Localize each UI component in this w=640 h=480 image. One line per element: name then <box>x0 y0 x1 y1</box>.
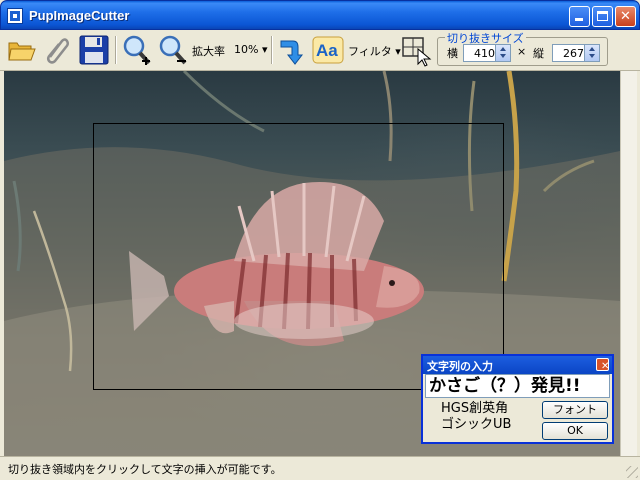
crop-rectangle[interactable] <box>93 123 504 390</box>
rotate-button[interactable] <box>275 33 309 67</box>
paperclip-icon <box>46 38 70 64</box>
width-value: 410 <box>474 47 495 60</box>
height-value: 267 <box>563 47 584 60</box>
zoom-label: 拡大率 <box>192 45 225 58</box>
zoom-in-button[interactable] <box>120 33 154 67</box>
maximize-button[interactable] <box>592 6 613 27</box>
font-name-line2: ゴシックUB <box>441 417 512 432</box>
text-input-field[interactable]: かさご（？）発見!! <box>425 374 610 398</box>
minimize-button[interactable] <box>569 6 590 27</box>
zoom-in-icon <box>123 35 151 65</box>
attach-button[interactable] <box>40 33 74 67</box>
spinner-arrows-icon[interactable] <box>584 45 599 61</box>
crop-select-button[interactable] <box>400 33 434 67</box>
window-title: PupImageCutter <box>29 8 130 23</box>
close-button[interactable]: ✕ <box>615 6 636 27</box>
height-label: 縦 <box>533 47 544 60</box>
spinner-arrows-icon[interactable] <box>495 45 510 61</box>
font-name-display: HGS創英角 ゴシックUB <box>441 401 511 433</box>
chevron-down-icon: ▾ <box>261 43 268 56</box>
zoom-value: 10% <box>234 43 259 56</box>
font-name-line1: HGS創英角 <box>441 401 509 416</box>
toolbar-separator <box>271 36 273 64</box>
width-spinner[interactable]: 410 <box>463 44 511 62</box>
times-sign: × <box>517 45 527 58</box>
status-bar: 切り抜き領域内をクリックして文字の挿入が可能です。 <box>0 456 640 480</box>
folder-open-icon <box>8 42 36 61</box>
close-icon: ✕ <box>620 9 631 24</box>
toolbar-separator <box>115 36 117 64</box>
zoom-dropdown[interactable]: 10% ▾ <box>234 43 267 56</box>
insert-text-button[interactable]: Aa <box>311 33 345 67</box>
minimize-icon <box>575 18 583 21</box>
app-icon <box>7 8 23 24</box>
save-button[interactable] <box>77 33 111 67</box>
filter-label: フィルタ <box>348 45 392 58</box>
ok-button[interactable]: OK <box>542 422 608 440</box>
crop-select-icon <box>402 37 432 67</box>
filter-dropdown[interactable]: フィルタ ▾ <box>348 43 401 59</box>
height-spinner[interactable]: 267 <box>552 44 600 62</box>
resize-grip-icon[interactable] <box>626 466 638 478</box>
vertical-scrollbar[interactable] <box>620 71 637 456</box>
maximize-icon <box>597 11 608 21</box>
rotate-arrow-icon <box>280 40 304 65</box>
zoom-out-icon <box>159 35 187 65</box>
font-button[interactable]: フォント <box>542 401 608 419</box>
dialog-close-button[interactable]: ✕ <box>596 358 610 372</box>
width-label: 横 <box>447 47 458 60</box>
title-bar: PupImageCutter ✕ <box>0 0 640 30</box>
zoom-out-button[interactable] <box>156 33 190 67</box>
text-button-label: Aa <box>316 41 338 60</box>
close-icon: ✕ <box>601 361 610 372</box>
text-input-dialog: 文字列の入力 ✕ かさご（？）発見!! HGS創英角 ゴシックUB フォント O… <box>421 354 614 444</box>
dialog-title: 文字列の入力 <box>427 360 493 373</box>
dialog-title-bar: 文字列の入力 ✕ <box>423 356 612 374</box>
open-file-button[interactable] <box>5 33 39 67</box>
status-text: 切り抜き領域内をクリックして文字の挿入が可能です。 <box>8 463 282 476</box>
save-disk-icon <box>79 35 109 65</box>
